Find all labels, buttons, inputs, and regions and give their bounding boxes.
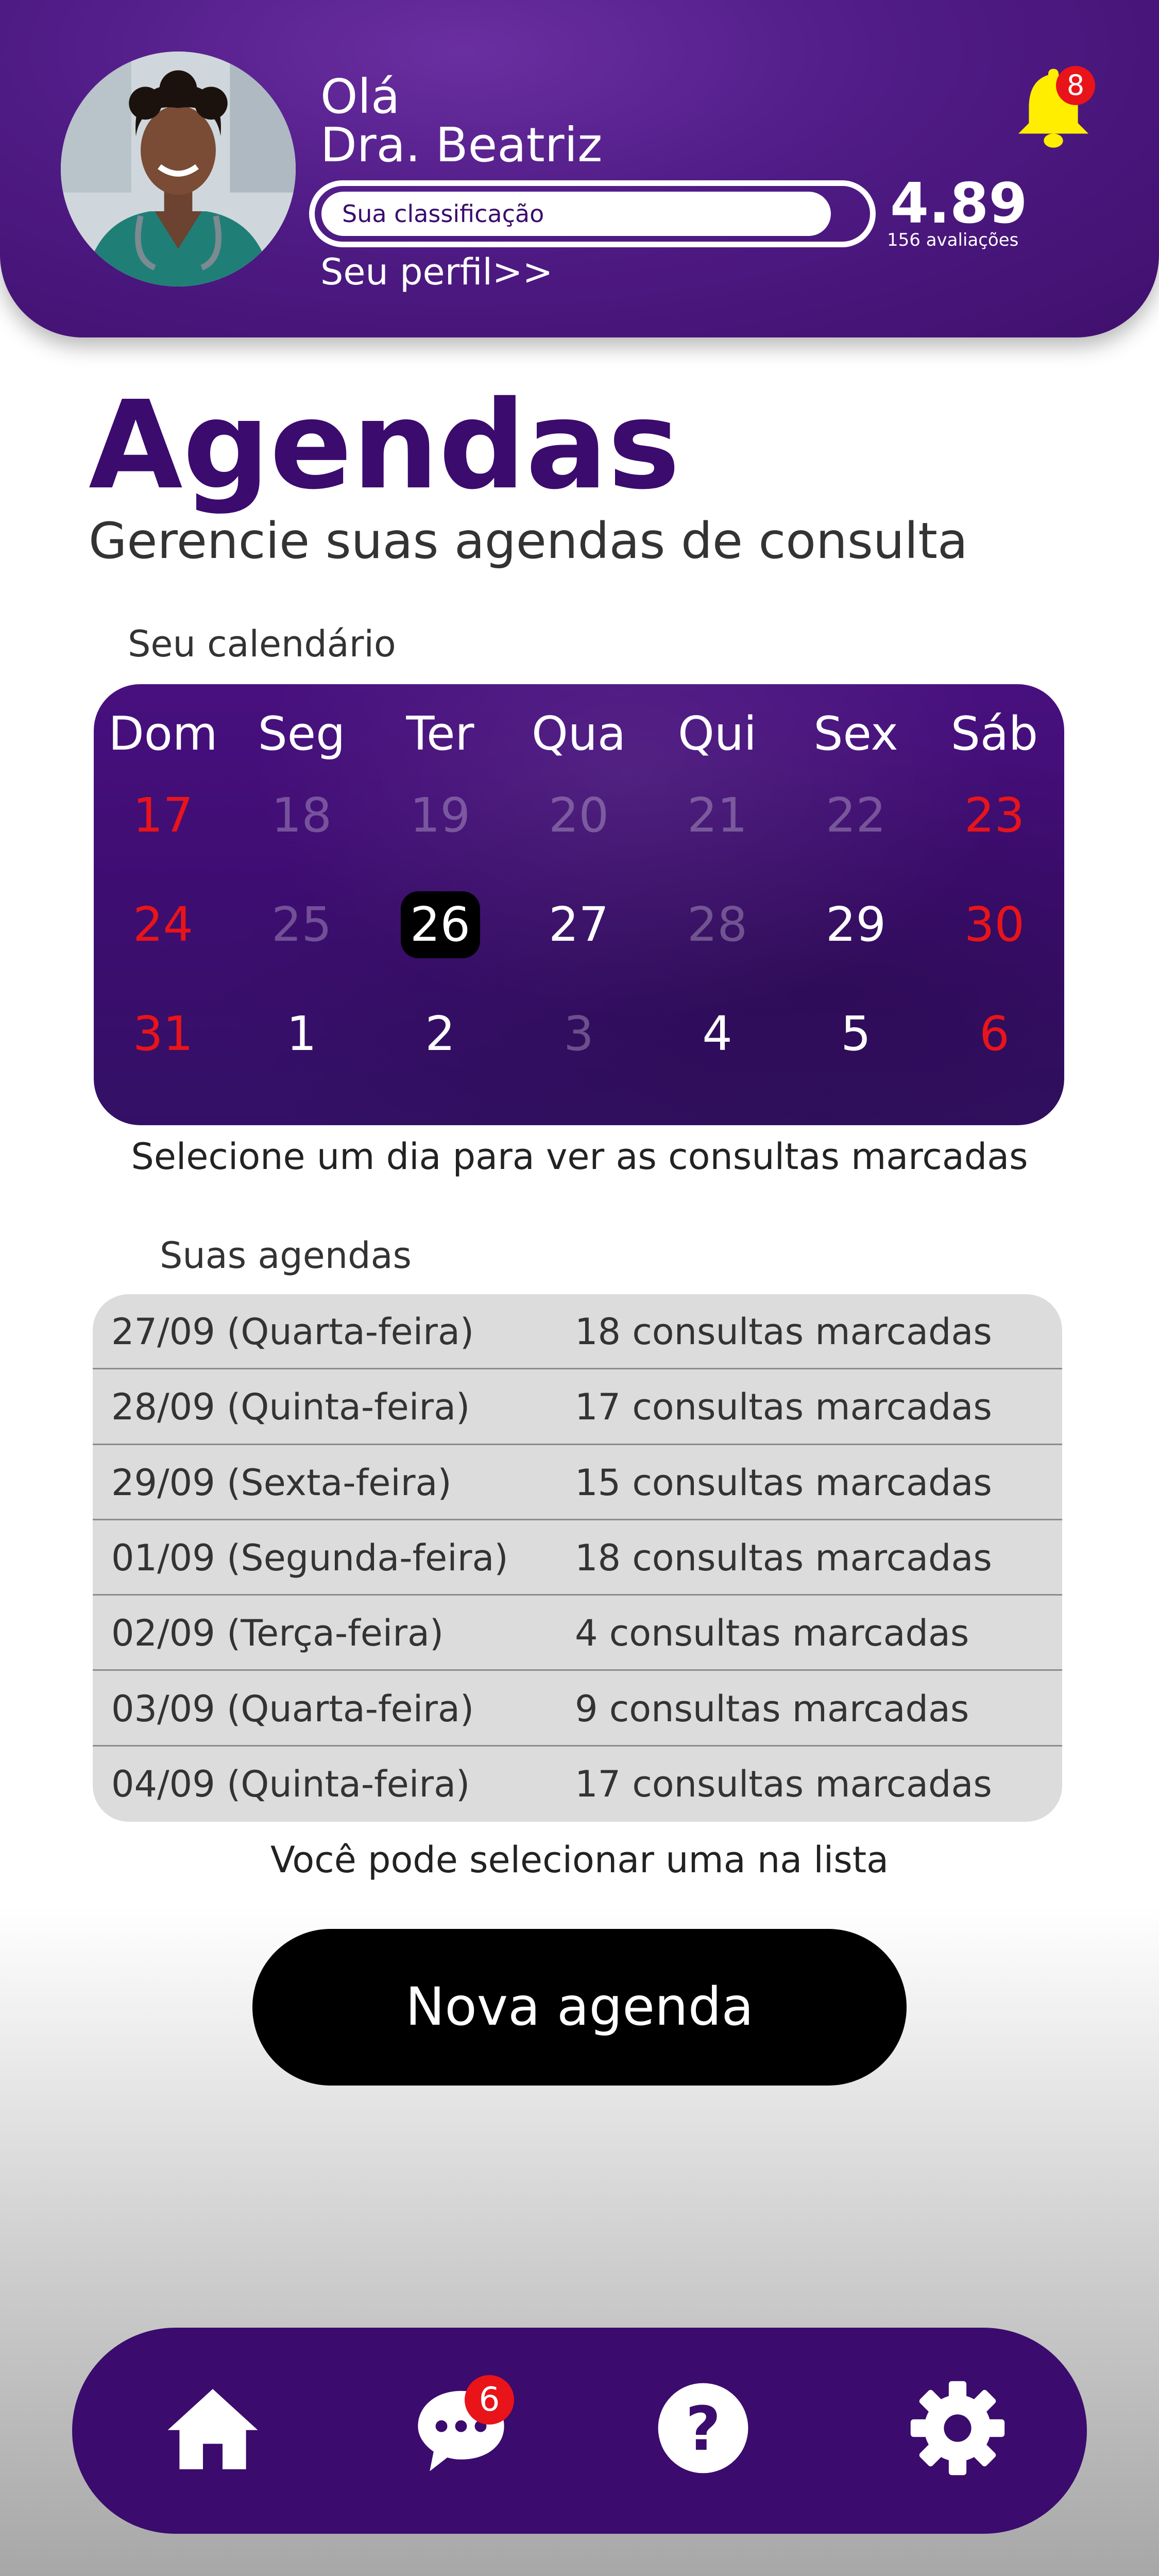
calendar-day-number: 18 — [271, 788, 332, 843]
calendar: Dom Seg Ter Qua Qui Sex Sáb 17 18 19 20 21 22 23 24 25 2… — [94, 684, 1064, 1125]
rating-value: 4.89 — [890, 172, 1028, 236]
schedule-row[interactable]: 04/09 (Quinta-feira) 17 consultas marcada… — [93, 1747, 1062, 1822]
home-icon — [167, 2389, 258, 2469]
schedule-row[interactable]: 01/09 (Segunda-feira) 18 consultas marcad… — [93, 1520, 1062, 1596]
schedule-count: 9 consultas marcadas — [575, 1687, 969, 1730]
calendar-day-number: 17 — [132, 788, 194, 843]
profile-link[interactable]: Seu perfil>> — [320, 251, 553, 293]
calendar-day: 28 — [648, 891, 787, 958]
calendar-day[interactable]: 5 — [787, 1001, 925, 1067]
calendar-day[interactable]: 29 — [787, 891, 925, 958]
schedule-count: 18 consultas marcadas — [575, 1536, 992, 1579]
schedule-date: 03/09 (Quarta-feira) — [111, 1687, 474, 1730]
weekday-label: Qua — [531, 707, 626, 761]
calendar-day-number: 24 — [132, 897, 194, 952]
calendar-day-selected[interactable]: 26 — [371, 891, 509, 958]
schedule-count: 15 consultas marcadas — [575, 1461, 992, 1504]
schedule-row[interactable]: 29/09 (Sexta-feira) 15 consultas marcadas — [93, 1445, 1062, 1520]
schedules-hint: Você pode selecionar uma na lista — [270, 1839, 889, 1881]
calendar-day[interactable]: 4 — [648, 1001, 787, 1067]
calendar-day-number: 3 — [564, 1006, 594, 1061]
calendar-day: 22 — [787, 782, 925, 849]
calendar-day-number: 20 — [548, 788, 609, 843]
calendar-grid: Dom Seg Ter Qua Qui Sex Sáb 17 18 19 20 21 22 23 24 25 2… — [94, 684, 1064, 1125]
calendar-day[interactable]: 30 — [925, 891, 1064, 958]
calendar-day: 3 — [509, 1001, 648, 1067]
schedule-date: 29/09 (Sexta-feira) — [111, 1461, 452, 1504]
schedule-count: 18 consultas marcadas — [575, 1311, 992, 1353]
nav-home[interactable] — [164, 2379, 262, 2477]
calendar-day-number: 25 — [271, 897, 332, 952]
svg-text:?: ? — [686, 2394, 721, 2464]
calendar-day[interactable]: 1 — [232, 1001, 371, 1067]
weekday-label: Seg — [258, 707, 346, 761]
schedule-row[interactable]: 02/09 (Terça-feira) 4 consultas marcadas — [93, 1596, 1062, 1671]
weekday-label: Dom — [108, 707, 218, 761]
rating-label: Sua classificação — [342, 200, 544, 228]
page-title: Agendas — [89, 375, 680, 516]
schedule-row[interactable]: 03/09 (Quarta-feira) 9 consultas marcadas — [93, 1671, 1062, 1747]
calendar-day-number: 4 — [702, 1006, 732, 1061]
notification-badge: 8 — [1056, 66, 1095, 105]
calendar-day: 25 — [232, 891, 371, 958]
help-icon: ? — [658, 2383, 748, 2473]
weekday-label: Sáb — [950, 707, 1038, 761]
calendar-caption: Seu calendário — [128, 623, 396, 665]
calendar-day-number: 21 — [687, 788, 748, 843]
calendar-day-number: 1 — [286, 1006, 317, 1061]
schedule-date: 02/09 (Terça-feira) — [111, 1612, 444, 1655]
nav-help[interactable]: ? — [654, 2379, 752, 2477]
nav-settings[interactable] — [909, 2379, 1007, 2477]
calendar-day-number: 28 — [687, 897, 748, 952]
calendar-day[interactable]: 31 — [94, 1001, 232, 1067]
schedule-date: 01/09 (Segunda-feira) — [111, 1536, 508, 1579]
calendar-day[interactable]: 2 — [371, 1001, 509, 1067]
calendar-day-number: 22 — [825, 788, 887, 843]
schedule-count: 17 consultas marcadas — [575, 1762, 992, 1805]
schedule-date: 27/09 (Quarta-feira) — [111, 1311, 474, 1353]
calendar-day-number: 26 — [400, 891, 480, 958]
calendar-day-number: 31 — [132, 1006, 194, 1061]
calendar-day-number: 30 — [964, 897, 1025, 952]
calendar-day: 19 — [371, 782, 509, 849]
calendar-day-number: 6 — [979, 1006, 1010, 1061]
chat-badge: 6 — [465, 2375, 514, 2425]
calendar-day-number: 23 — [964, 788, 1025, 843]
gear-icon — [910, 2381, 1005, 2476]
calendar-day[interactable]: 6 — [925, 1001, 1064, 1067]
schedules-caption: Suas agendas — [160, 1234, 412, 1277]
schedule-list: 27/09 (Quarta-feira) 18 consultas marcada… — [93, 1294, 1062, 1822]
doctor-name: Dra. Beatriz — [320, 117, 603, 173]
calendar-day-number: 19 — [410, 788, 471, 843]
weekday-label: Sex — [813, 707, 898, 761]
schedule-count: 4 consultas marcadas — [575, 1612, 969, 1655]
page-subtitle: Gerencie suas agendas de consulta — [89, 512, 968, 570]
profile-header: Olá Dra. Beatriz Sua classificação 4.89 … — [0, 0, 1159, 337]
schedule-date: 28/09 (Quinta-feira) — [111, 1386, 470, 1429]
schedule-row[interactable]: 28/09 (Quinta-feira) 17 consultas marcada… — [93, 1369, 1062, 1445]
calendar-day: 20 — [509, 782, 648, 849]
calendar-day: 18 — [232, 782, 371, 849]
schedule-date: 04/09 (Quinta-feira) — [111, 1762, 470, 1805]
calendar-day-number: 2 — [425, 1006, 455, 1061]
calendar-day-number: 27 — [548, 897, 609, 952]
calendar-day: 21 — [648, 782, 787, 849]
schedule-count: 17 consultas marcadas — [575, 1386, 992, 1429]
rating-count: 156 avaliações — [887, 230, 1019, 250]
weekday-label: Ter — [406, 707, 474, 761]
calendar-day[interactable]: 27 — [509, 891, 648, 958]
calendar-day[interactable]: 24 — [94, 891, 232, 958]
calendar-hint: Selecione um dia para ver as consultas m… — [131, 1136, 1028, 1178]
doctor-avatar[interactable] — [61, 52, 296, 286]
doctor-photo-icon — [61, 52, 296, 286]
calendar-day-number: 5 — [841, 1006, 871, 1061]
calendar-day[interactable]: 23 — [925, 782, 1064, 849]
bottom-nav: ? — [72, 2328, 1087, 2534]
schedule-row[interactable]: 27/09 (Quarta-feira) 18 consultas marcada… — [93, 1294, 1062, 1370]
new-schedule-button[interactable]: Nova agenda — [252, 1929, 907, 2086]
calendar-day-number: 29 — [825, 897, 887, 952]
calendar-day[interactable]: 17 — [94, 782, 232, 849]
greeting: Olá — [320, 69, 400, 124]
weekday-label: Qui — [678, 707, 757, 761]
